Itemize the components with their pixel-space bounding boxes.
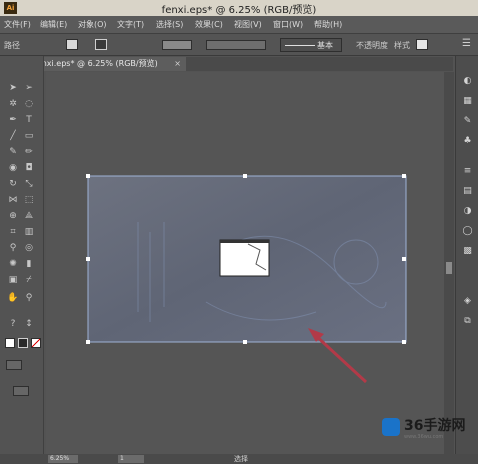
gradient-panel-icon[interactable]: ▤ [461,186,474,197]
rectangle-icon[interactable]: ▭ [22,130,36,142]
document-tab-label: fenxi.eps* @ 6.25% (RGB/预览) [34,59,158,68]
color-panel-icon[interactable]: ◐ [461,76,474,87]
slice-icon[interactable]: ⌿ [22,274,36,286]
direct-select-icon[interactable]: ➢ [22,82,36,94]
panel-menu-icon[interactable]: ☰ [462,38,471,49]
swatches-icon[interactable]: ▦ [461,96,474,107]
handle-top-left[interactable] [86,174,90,178]
menu-object[interactable]: 对象(O) [78,19,107,30]
rotate-icon[interactable]: ↻ [6,178,20,190]
lasso-icon[interactable]: ◌ [22,98,36,110]
canvas-area[interactable] [46,72,444,454]
watermark-logo [382,418,400,436]
symbols-icon[interactable]: ♣ [461,136,474,147]
menu-help[interactable]: 帮助(H) [314,19,342,30]
swap-icon[interactable]: ↕ [22,318,36,330]
menu-window[interactable]: 窗口(W) [273,19,303,30]
status-bar: 6.25% 1 选择 [0,454,478,464]
stroke-swatch[interactable] [95,39,107,50]
handle-middle-left[interactable] [86,257,90,261]
style-label: 样式 [394,41,410,50]
perspective-icon[interactable]: ⟁ [22,210,36,222]
menu-effect[interactable]: 效果(C) [195,19,223,30]
variable-width-field[interactable] [206,40,266,50]
menu-type[interactable]: 文字(T) [117,19,144,30]
eyedropper-icon[interactable]: ⚲ [6,242,20,254]
paintbrush-icon[interactable]: ✎ [6,146,20,158]
document-tab[interactable]: fenxi.eps* @ 6.25% (RGB/预览) × [28,57,186,71]
watermark-url: www.36wu.com [404,434,444,440]
site-watermark: 36手游网 www.36wu.com [380,414,478,454]
screen-mode-icon[interactable] [13,386,29,396]
opacity-label: 不透明度 [356,41,388,50]
status-tool-label: 选择 [234,455,248,463]
zoom-icon[interactable]: ⚲ [22,292,36,304]
selection-arrow-icon[interactable]: ➤ [6,82,20,94]
panel-dock: ◐ ▦ ✎ ♣ ≡ ▤ ◑ ◯ ▩ ◈ ⧉ [455,56,478,464]
handle-bottom-right[interactable] [402,340,406,344]
stroke-icon[interactable]: ≡ [461,166,474,177]
artboards-panel-icon[interactable]: ⧉ [461,316,474,327]
close-tab-icon[interactable]: × [174,57,181,71]
help-icon[interactable]: ? [6,318,20,330]
handle-top-middle[interactable] [243,174,247,178]
menu-edit[interactable]: 编辑(E) [40,19,67,30]
eraser-icon[interactable]: ◘ [22,162,36,174]
draw-mode-icon[interactable] [6,360,22,370]
shape-builder-icon[interactable]: ⊕ [6,210,20,222]
menu-view[interactable]: 视图(V) [234,19,262,30]
zoom-level-field[interactable]: 6.25% [48,455,78,463]
appearance-icon[interactable]: ◯ [461,226,474,237]
free-transform-icon[interactable]: ⬚ [22,194,36,206]
line-icon[interactable]: ╱ [6,130,20,142]
window-title: fenxi.eps* @ 6.25% (RGB/预览) [161,5,317,16]
scale-icon[interactable]: ⤡ [22,178,36,190]
handle-bottom-middle[interactable] [243,340,247,344]
menu-select[interactable]: 选择(S) [156,19,183,30]
column-graph-icon[interactable]: ▮ [22,258,36,270]
stroke-line-preview [285,45,315,46]
artboard-number-field[interactable]: 1 [118,455,144,463]
title-bar: Ai fenxi.eps* @ 6.25% (RGB/预览) [0,0,478,16]
fill-swatch[interactable] [66,39,78,50]
stroke-style-label: 基本 [317,41,333,50]
blend-icon[interactable]: ◎ [22,242,36,254]
artwork-svg [86,174,407,384]
stroke-color-icon[interactable] [18,338,28,348]
hand-icon[interactable]: ✋ [6,292,20,304]
handle-top-right[interactable] [402,174,406,178]
control-bar: 路径 基本 不透明度 样式 ☰ [0,34,478,56]
type-icon[interactable]: T [22,114,36,126]
graphic-style-swatch[interactable] [416,39,428,50]
handle-bottom-left[interactable] [86,340,90,344]
path-label: 路径 [4,41,20,50]
magic-wand-icon[interactable]: ✲ [6,98,20,110]
handle-middle-right[interactable] [402,257,406,261]
width-icon[interactable]: ⋈ [6,194,20,206]
watermark-brand: 36手游网 [404,418,466,434]
stroke-weight-field[interactable] [162,40,192,50]
layers-icon[interactable]: ◈ [461,296,474,307]
graphic-styles-icon[interactable]: ▩ [461,246,474,257]
artboard-icon[interactable]: ▣ [6,274,20,286]
menu-bar: 文件(F) 编辑(E) 对象(O) 文字(T) 选择(S) 效果(C) 视图(V… [0,16,478,34]
scrollbar-thumb[interactable] [446,262,452,274]
vertical-scrollbar[interactable] [444,72,454,454]
pen-icon[interactable]: ✒ [6,114,20,126]
symbol-sprayer-icon[interactable]: ✺ [6,258,20,270]
brushes-icon[interactable]: ✎ [461,116,474,127]
pencil-icon[interactable]: ✏ [22,146,36,158]
gradient-icon[interactable]: ▥ [22,226,36,238]
blob-brush-icon[interactable]: ◉ [6,162,20,174]
menu-file[interactable]: 文件(F) [4,19,31,30]
fill-color-icon[interactable] [5,338,15,348]
center-thumbnail [219,239,270,277]
toolbox: ➤ ➢ ✲ ◌ ✒ T ╱ ▭ ✎ ✏ ◉ ◘ ↻ ⤡ ⋈ ⬚ ⊕ ⟁ ⌗ ▥ … [0,56,44,464]
transparency-icon[interactable]: ◑ [461,206,474,217]
brush-definition-dropdown[interactable]: 基本 [280,38,342,52]
mesh-icon[interactable]: ⌗ [6,226,20,238]
none-color-icon[interactable] [31,338,41,348]
